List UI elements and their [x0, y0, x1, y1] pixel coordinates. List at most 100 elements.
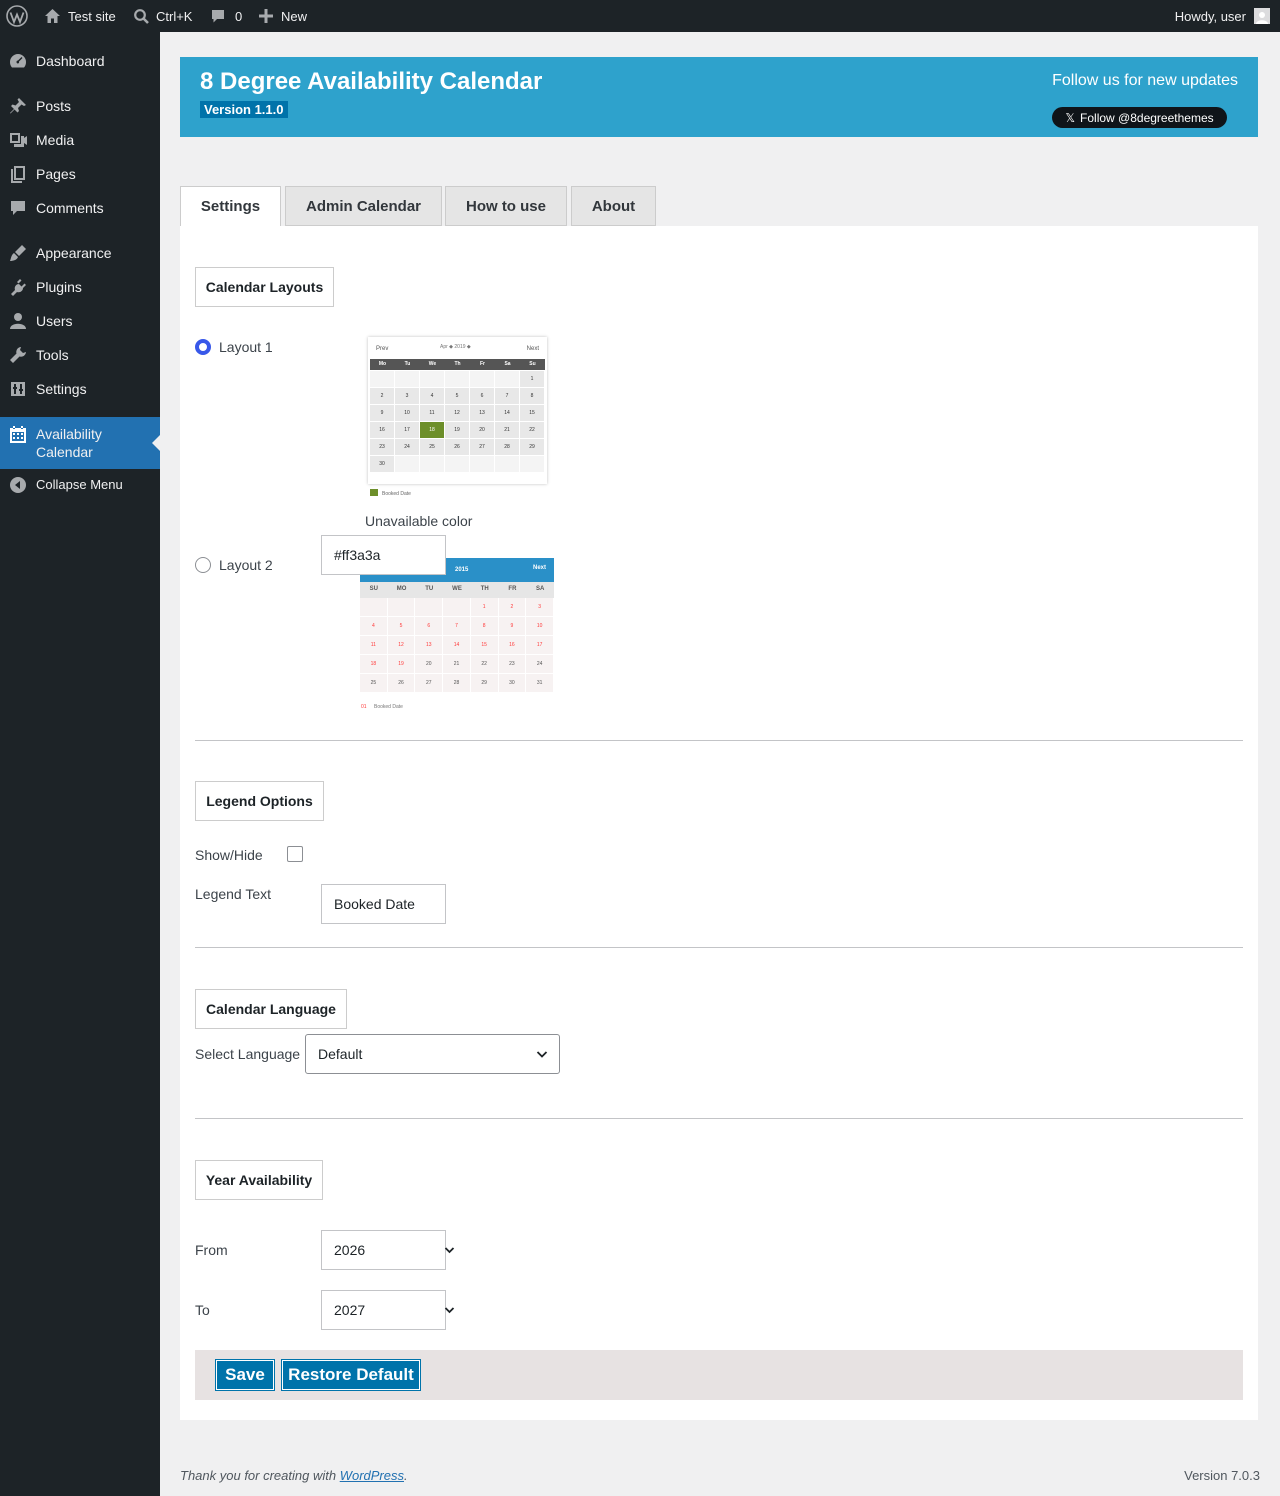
restore-default-button[interactable]: Restore Default: [281, 1359, 421, 1391]
sidebar-item-users[interactable]: Users: [0, 308, 160, 334]
thumb2-day-cell: 15: [470, 636, 498, 654]
thumb1-year: 2019: [454, 344, 466, 350]
thumb2-day-cell: 5: [387, 617, 415, 635]
thumb2-day-cell: 26: [387, 674, 415, 692]
search-shortcut[interactable]: Ctrl+K: [133, 0, 192, 32]
wordpress-logo-icon[interactable]: [6, 0, 28, 32]
tab-about[interactable]: About: [571, 186, 656, 226]
collapse-icon: [8, 475, 28, 495]
thumb2-day-cell: 16: [498, 636, 526, 654]
collapse-menu-button[interactable]: Collapse Menu: [0, 472, 160, 498]
user-icon: [8, 311, 28, 331]
tab-admin-calendar[interactable]: Admin Calendar: [285, 186, 442, 226]
sidebar-item-comments[interactable]: Comments: [0, 195, 160, 221]
thumb2-day-cell: 31: [526, 674, 553, 692]
media-icon: [8, 130, 28, 150]
new-content-link[interactable]: New: [259, 0, 307, 32]
thumb1-day-cell: 17: [395, 422, 419, 438]
sidebar-item-appearance[interactable]: Appearance: [0, 240, 160, 266]
twitter-follow-button[interactable]: 𝕏 Follow @8degreethemes: [1052, 107, 1227, 128]
pushpin-icon: [8, 96, 28, 116]
to-year-select[interactable]: 2027: [321, 1290, 446, 1330]
x-logo-icon: 𝕏: [1065, 110, 1076, 125]
section-title-calendar-language: Calendar Language: [195, 989, 347, 1029]
avatar: [1254, 8, 1270, 24]
from-year-select[interactable]: 2026: [321, 1230, 446, 1270]
thumb1-day-cell: [470, 371, 494, 387]
thumb2-day-cell: 14: [443, 636, 470, 654]
comments-link[interactable]: 0: [210, 0, 242, 32]
collapse-menu-label: Collapse Menu: [36, 477, 123, 492]
wordpress-link[interactable]: WordPress: [340, 1468, 404, 1483]
pages-icon: [8, 164, 28, 184]
sidebar-item-pages[interactable]: Pages: [0, 161, 160, 187]
sidebar-item-dashboard[interactable]: Dashboard: [0, 48, 160, 74]
site-name: Test site: [68, 8, 116, 24]
tab-how-to-use[interactable]: How to use: [445, 186, 567, 226]
thumb1-day-cell: 23: [370, 439, 394, 455]
footer-suffix: .: [404, 1468, 408, 1483]
show-hide-label: Show/Hide: [195, 847, 263, 863]
thumb1-day-cell: 16: [370, 422, 394, 438]
comment-icon: [210, 8, 226, 24]
layout2-radio[interactable]: [195, 557, 211, 573]
thumb1-day-cell: 2: [370, 388, 394, 404]
legend-text-input[interactable]: Booked Date: [321, 884, 446, 924]
thumb1-day-cell: [420, 371, 444, 387]
sidebar-item-label: Appearance: [36, 245, 112, 261]
section-title-calendar-layouts: Calendar Layouts: [195, 267, 334, 307]
sidebar-item-plugins[interactable]: Plugins: [0, 274, 160, 300]
layout1-label: Layout 1: [219, 339, 273, 355]
sidebar-item-label: Posts: [36, 98, 72, 114]
sidebar-item-settings[interactable]: Settings: [0, 376, 160, 402]
sidebar-item-label: Tools: [36, 347, 69, 363]
my-account[interactable]: Howdy, user: [1175, 0, 1270, 32]
thumb1-day-cell: 13: [470, 405, 494, 421]
layout1-preview-image[interactable]: Prev Apr ◆ 2019 ◆ Next Mo Tu We Th Fr Sa Su 1 2 3…: [368, 337, 547, 500]
divider: [195, 740, 1243, 741]
search-shortcut-label: Ctrl+K: [156, 8, 193, 24]
section-title-year-availability: Year Availability: [195, 1160, 323, 1200]
thumb1-day-cell: 14: [495, 405, 519, 421]
thumb2-day-cell: 23: [498, 655, 526, 673]
thumb1-day-cell: [495, 371, 519, 387]
layout1-radio[interactable]: [195, 339, 211, 355]
tab-settings[interactable]: Settings: [180, 186, 281, 227]
thumb1-day-cell: 29: [520, 439, 544, 455]
language-select[interactable]: Default: [305, 1034, 560, 1074]
sidebar-item-availability-calendar[interactable]: Availability Calendar: [0, 417, 160, 469]
thumb1-month: Apr: [440, 344, 448, 350]
thumb1-day-cell: 12: [445, 405, 469, 421]
thumb2-day-cell: 19: [387, 655, 415, 673]
thumb2-day-cell: 27: [415, 674, 443, 692]
plugin-title: 8 Degree Availability Calendar: [200, 68, 543, 95]
layout2-preview-image[interactable]: 2015 Next SU MO TU WE TH FR SA 1 2 3 4 5 6 7 8 9 10 11 12 1…: [360, 558, 554, 716]
calendar-icon: [8, 425, 28, 445]
thumb1-day-label: We: [428, 361, 437, 367]
thumb1-legend-text: Booked Date: [382, 491, 411, 497]
unavailable-color-input[interactable]: #ff3a3a: [321, 535, 446, 575]
divider: [195, 1118, 1243, 1119]
sidebar-item-label: Plugins: [36, 279, 82, 295]
language-select-value: Default: [318, 1046, 363, 1062]
from-chevron-icon: [444, 1245, 455, 1255]
save-button[interactable]: Save: [215, 1359, 275, 1391]
thumb2-day-cell: 25: [360, 674, 387, 692]
sidebar-item-label: Availability Calendar: [36, 426, 102, 460]
sidebar-item-tools[interactable]: Tools: [0, 342, 160, 368]
site-name-link[interactable]: Test site: [44, 0, 116, 32]
sidebar-item-media[interactable]: Media: [0, 127, 160, 153]
thumb2-day-cell: [360, 598, 387, 616]
to-label: To: [195, 1302, 210, 1318]
sidebar-item-posts[interactable]: Posts: [0, 93, 160, 119]
footer-thanks-prefix: Thank you for creating with: [180, 1468, 340, 1483]
show-hide-checkbox[interactable]: [287, 846, 303, 862]
thumb1-day-cell: 20: [470, 422, 494, 438]
thumb2-day-cell: 18: [360, 655, 387, 673]
thumb2-day-label: MO: [396, 586, 407, 592]
thumb1-day-cell: 7: [495, 388, 519, 404]
thumb1-day-cell: 26: [445, 439, 469, 455]
legend-text-label: Legend Text: [195, 886, 272, 902]
thumb1-month-year: Apr ◆ 2019 ◆: [440, 344, 471, 350]
thumb2-day-cell: 12: [387, 636, 415, 654]
